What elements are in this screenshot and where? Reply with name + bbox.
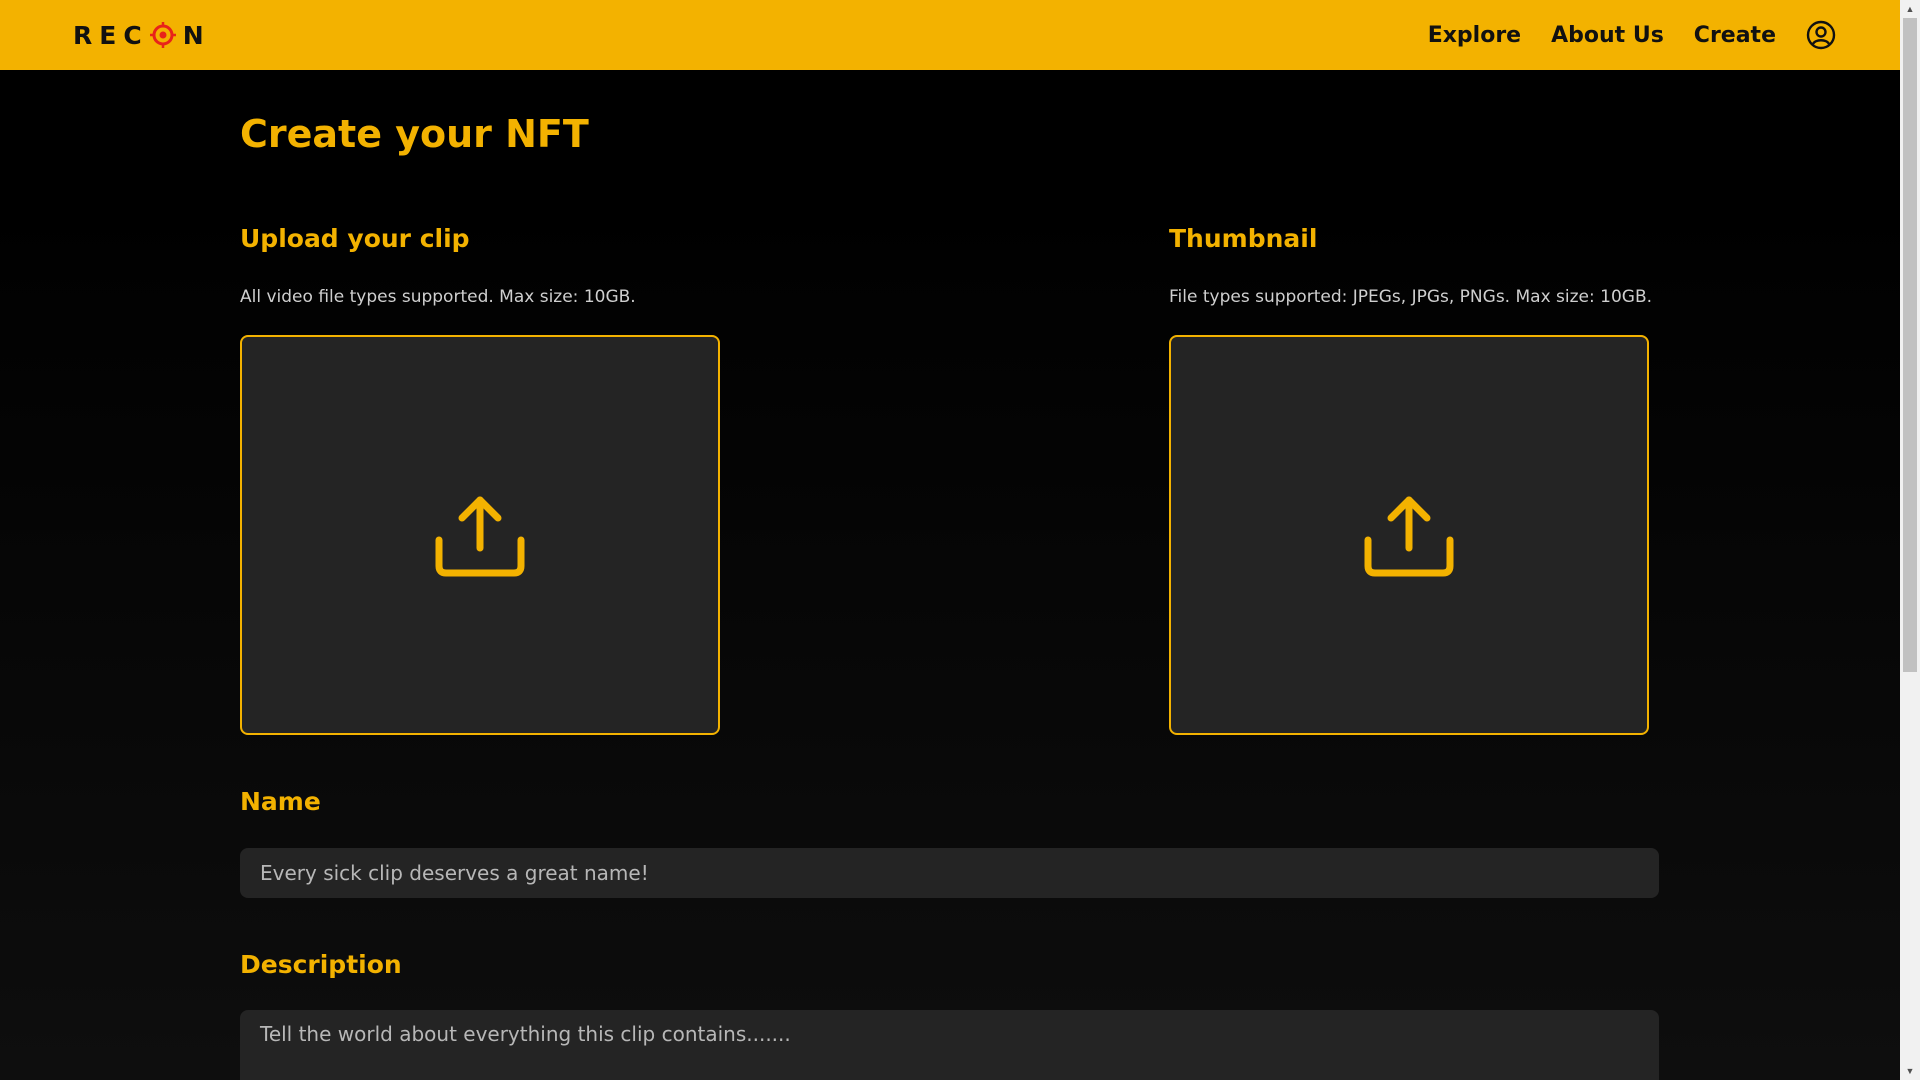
- thumbnail-hint: File types supported: JPEGs, JPGs, PNGs.…: [1169, 287, 1653, 307]
- upload-clip-hint: All video file types supported. Max size…: [240, 287, 636, 307]
- user-circle-icon[interactable]: [1806, 20, 1836, 50]
- description-label: Description: [240, 950, 402, 979]
- logo-text-left: REC: [73, 20, 149, 50]
- nav-explore-link[interactable]: Explore: [1428, 23, 1521, 48]
- logo-text-right: N: [182, 20, 211, 50]
- upload-clip-label: Upload your clip: [240, 224, 470, 253]
- upload-arrow-icon: [435, 496, 525, 577]
- top-navbar: REC N Explore About Us Create: [0, 0, 1900, 70]
- scroll-up-arrow-icon[interactable]: ▲: [1900, 0, 1920, 18]
- name-input[interactable]: Every sick clip deserves a great name!: [240, 848, 1659, 898]
- main-nav: Explore About Us Create: [1428, 0, 1836, 70]
- clip-upload-dropzone[interactable]: [240, 335, 720, 735]
- nav-about-link[interactable]: About Us: [1551, 23, 1664, 48]
- scrollbar-thumb[interactable]: [1903, 18, 1917, 672]
- page-viewport: REC N Explore About Us Create Create you…: [0, 0, 1900, 1080]
- recon-logo[interactable]: REC N: [73, 20, 211, 50]
- crosshair-target-icon: [149, 22, 176, 48]
- page-title: Create your NFT: [240, 112, 589, 156]
- nav-create-link[interactable]: Create: [1694, 23, 1776, 48]
- thumbnail-upload-dropzone[interactable]: [1169, 335, 1649, 735]
- name-label: Name: [240, 787, 321, 816]
- scroll-down-arrow-icon[interactable]: ▼: [1900, 1062, 1920, 1080]
- thumbnail-label: Thumbnail: [1169, 224, 1318, 253]
- upload-arrow-icon: [1364, 496, 1454, 577]
- vertical-scrollbar[interactable]: ▲ ▼: [1900, 0, 1920, 1080]
- description-textarea[interactable]: Tell the world about everything this cli…: [240, 1010, 1659, 1080]
